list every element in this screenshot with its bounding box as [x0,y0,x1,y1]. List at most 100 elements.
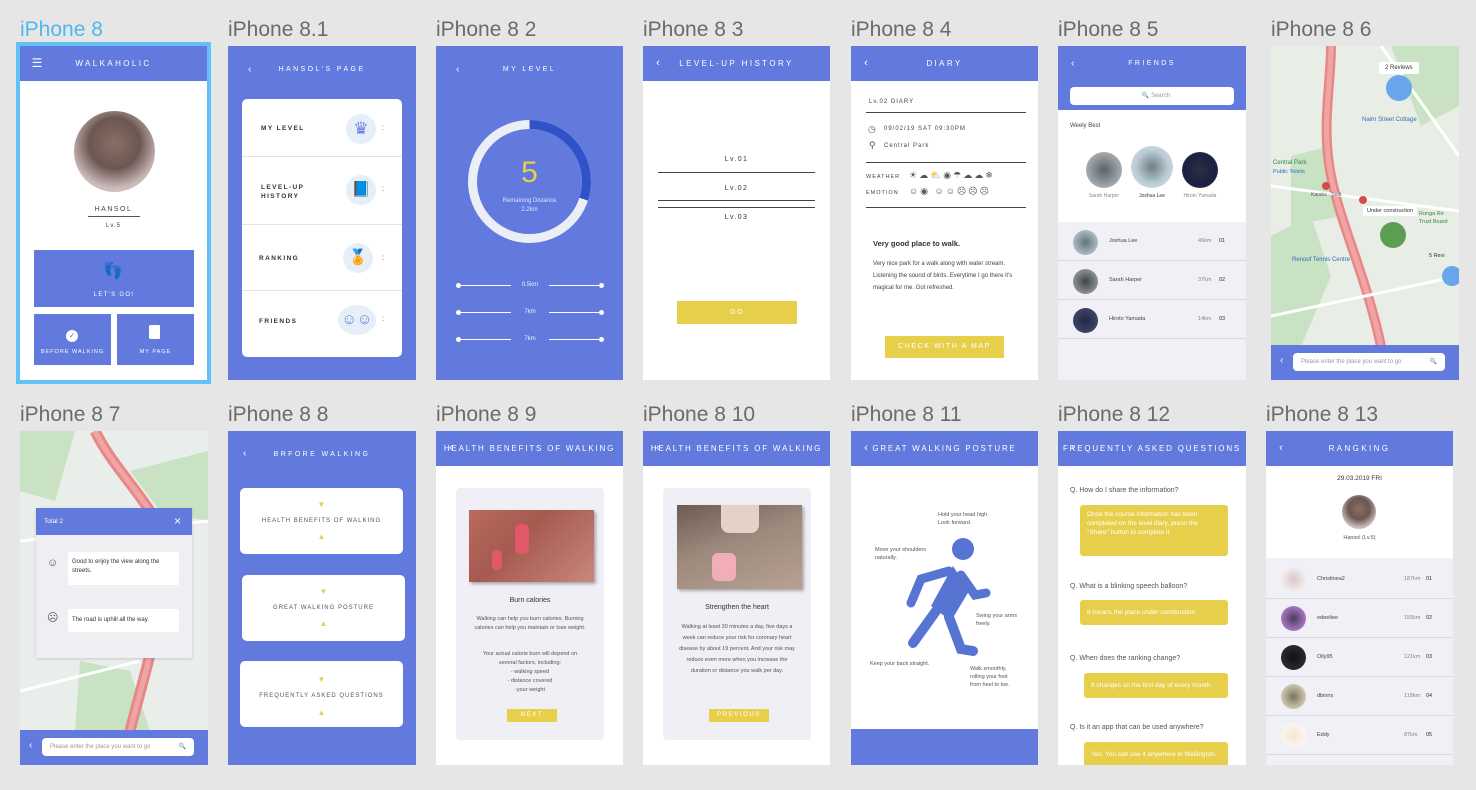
frame-label-iphone-8-7[interactable]: iPhone 8 7 [20,403,120,427]
back-icon[interactable]: ‹ [1066,431,1080,466]
frame-friends: ‹ FRIENDS 🔍 Search Weely Best Sarah Harp… [1058,46,1246,380]
my-avatar[interactable] [1342,495,1376,529]
menu-item-level-up-history[interactable]: LEVEL-UP HISTORY 📘 : [242,157,402,225]
map-label: Karaka - Seat [1311,192,1342,198]
previous-button[interactable]: PREVIOUS [709,709,769,722]
go-button[interactable]: GO [677,301,797,324]
faq-answer-bubble[interactable]: Once the course information has been com… [1080,505,1228,556]
ranking-list-row[interactable]: Christinea2 187km 01 [1266,561,1453,599]
more-icon[interactable]: : [382,253,384,262]
weather-icons[interactable]: ☀☁⛅◉☂☁☁❄ [909,170,995,181]
back-icon[interactable]: ‹ [1280,355,1283,366]
frame-label-iphone-8-8[interactable]: iPhone 8 8 [228,403,328,427]
emotion-label: EMOTION [866,190,899,196]
map-search-input[interactable]: Please enter the place you want to go 🔍 [42,738,194,756]
distance-slider[interactable]: 0.5km [456,282,604,289]
frame-label-iphone-8-4[interactable]: iPhone 8 4 [851,18,951,42]
history-level-item[interactable]: Lv.01 [643,156,830,163]
back-icon[interactable]: ‹ [651,431,665,466]
frame-label-iphone-8-12[interactable]: iPhone 8 12 [1058,403,1170,427]
distance-slider[interactable]: 7km [456,309,604,316]
page-title: HANSOL'S PAGE [278,66,366,73]
search-icon[interactable]: 🔍 [179,738,186,756]
before-item-walking-posture[interactable]: ▼ GREAT WALKING POSTURE ▲ [242,575,405,641]
frame-label-iphone-8-6[interactable]: iPhone 8 6 [1271,18,1371,42]
frame-health-benefits-2: ‹ HEALTH BENEFITS OF WALKING Strengthen … [643,431,830,765]
construction-balloon[interactable]: Under construction [1363,206,1418,216]
more-icon[interactable]: : [382,314,384,323]
page-title: FREQUENTLY ASKED QUESTIONS [1062,444,1242,453]
faq-answer-bubble[interactable]: Yes, You can use it anywhere in Wellingt… [1084,742,1228,765]
shoe-tying-photo [677,505,802,589]
comment-bubble[interactable]: The road is uphill all the way. [68,609,179,632]
ranking-list-row[interactable]: Olly95 121km 03 [1266,639,1453,677]
ranking-list-row[interactable]: dbinns 118km 04 [1266,678,1453,716]
faq-answer-bubble[interactable]: It means the place under construction. [1080,600,1228,625]
header: ‹ RANGKING [1266,431,1453,466]
friend-list-row[interactable]: Joshua Lee 46km 01 [1058,223,1246,261]
back-icon[interactable]: ‹ [651,46,665,81]
friends-icon: ☺☺ [338,305,376,335]
faq-question: Q. How do I share the information? [1070,487,1179,494]
frame-label-iphone-8-2[interactable]: iPhone 8 2 [436,18,536,42]
before-item-health-benefits[interactable]: ▼ HEALTH BENEFITS OF WALKING ▲ [240,488,403,554]
friend-list-row[interactable]: Hiroto Yamada 14km 03 [1058,301,1246,339]
frame-label-iphone-8-1[interactable]: iPhone 8.1 [228,18,328,42]
distance-slider[interactable]: 7km [456,336,604,343]
emotion-icons[interactable]: ☺◉ ☺☺☹☹☹ [909,186,991,197]
posture-note: Swing your arms freely. [976,613,1017,627]
friend-list-row[interactable]: Sarah Harper 37km 02 [1058,262,1246,300]
frame-label-iphone-8-9[interactable]: iPhone 8 9 [436,403,536,427]
back-icon[interactable]: ‹ [29,740,32,751]
frame-health-benefits-1: ‹ HEALTH BENEFITS OF WALKING Burn calori… [436,431,623,765]
next-button[interactable]: NEXT [507,709,557,722]
faq-question: Q. When does the ranking change? [1070,655,1181,662]
menu-item-my-level[interactable]: MY LEVEL ♛ : [242,99,402,157]
frame-label-iphone-8-3[interactable]: iPhone 8 3 [643,18,743,42]
frame-label-iphone-8-10[interactable]: iPhone 8 10 [643,403,755,427]
friend-avatar[interactable] [1086,152,1122,188]
history-level-item[interactable]: Lv.02 [643,185,830,192]
check-with-map-button[interactable]: CHECK WITH A MAP [885,336,1004,358]
header: ‹ HEALTH BENEFITS OF WALKING [436,431,623,466]
map-search-input[interactable]: Please enter the place you want to go 🔍 [1293,353,1445,371]
frame-level-up-history: ‹ LEVEL-UP HISTORY Lv.01 Lv.02 Lv.03 GO [643,46,830,380]
ranking-list-row[interactable]: Eddy 87km 05 [1266,717,1453,755]
back-icon[interactable]: ‹ [859,431,873,466]
search-icon[interactable]: 🔍 [1430,353,1437,371]
posture-note: Keep your back straight. [870,661,930,667]
comment-bubble[interactable]: Good to enjoy the view along the streets… [68,552,179,585]
menu-item-ranking[interactable]: RANKING 🏅 : [242,225,402,291]
menu-item-friends[interactable]: FRIENDS ☺☺ : [242,291,402,357]
frame-label-iphone-8-13[interactable]: iPhone 8 13 [1266,403,1378,427]
before-walking-button[interactable]: ✓ BEFORE WALKING [34,314,111,365]
my-page-label: MY PAGE [139,349,172,355]
my-page-button[interactable]: MY PAGE [117,314,194,365]
popup-title: Total 2 [44,518,64,525]
back-icon[interactable]: ‹ [1274,431,1288,466]
profile-avatar[interactable] [74,111,155,192]
history-level-item[interactable]: Lv.03 [643,214,830,221]
ranking-list-row[interactable]: edeeltee 155km 02 [1266,600,1453,638]
more-icon[interactable]: : [382,123,384,132]
friends-search-input[interactable]: 🔍 Search [1070,87,1234,105]
close-icon[interactable]: × [174,514,181,528]
lets-go-button[interactable]: 👣 LET'S GO! [34,250,194,307]
friend-avatar[interactable] [1182,152,1218,188]
back-icon[interactable]: ‹ [859,46,873,81]
back-icon[interactable]: ‹ [444,431,458,466]
menu-icon[interactable]: ☰ [30,46,44,81]
clock-icon: ◷ [868,124,876,134]
frame-label-iphone-8-11[interactable]: iPhone 8 11 [851,403,962,427]
frame-label-iphone-8[interactable]: iPhone 8 [20,18,103,42]
triangle-up-icon: ▲ [317,532,326,541]
more-icon[interactable]: : [382,184,384,193]
faq-answer-bubble[interactable]: It changes on the first day of every mon… [1084,673,1228,698]
reviews-tooltip[interactable]: 2 Reviews [1379,62,1419,74]
before-item-faq[interactable]: ▼ FREQUENTLY ASKED QUESTIONS ▲ [240,661,403,727]
friend-avatar[interactable] [1131,146,1173,188]
frame-diary: ‹ DIARY Lv.02 DIARY ◷ 09/02/19 SAT 09:30… [851,46,1038,380]
frame-label-iphone-8-5[interactable]: iPhone 8 5 [1058,18,1158,42]
happy-face-icon: ☺ [47,557,59,569]
map-canvas[interactable] [1271,46,1459,346]
